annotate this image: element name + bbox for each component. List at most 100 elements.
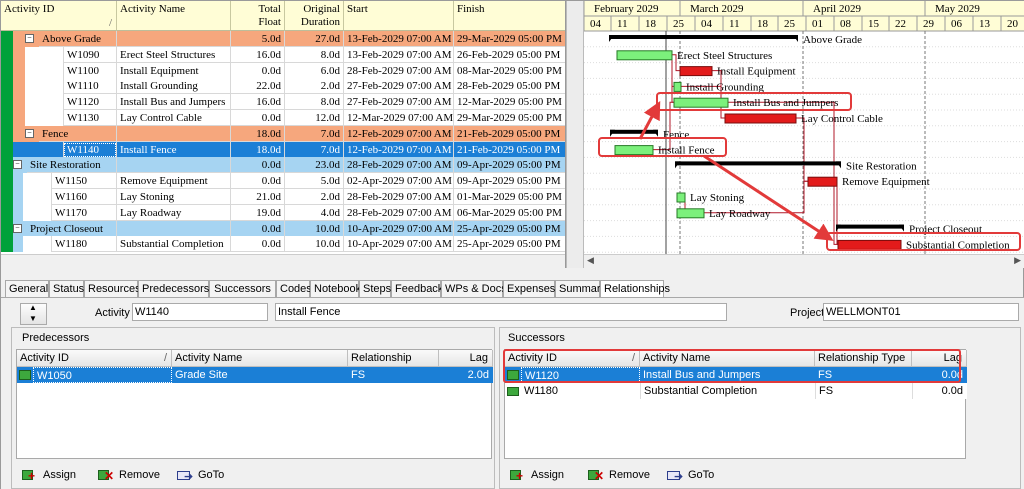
summary-bar[interactable] xyxy=(610,129,658,134)
arrow-up-icon[interactable]: ▲ xyxy=(29,303,37,312)
table-row[interactable]: W1130 Lay Control Cable 0.0d 12.0d 12-Mar-20… xyxy=(1,110,565,126)
splitter-bar[interactable] xyxy=(566,1,584,268)
col-header-activity-name[interactable]: Activity Name xyxy=(117,1,231,31)
activity-bar[interactable] xyxy=(837,239,902,250)
remove-button[interactable]: ✕ Remove xyxy=(588,465,650,485)
original-duration-cell: 6.0d xyxy=(285,62,344,79)
activity-id-cell: W1150 xyxy=(51,173,117,190)
activity-id-cell: Fence xyxy=(39,125,117,142)
activity-bar[interactable] xyxy=(676,192,686,203)
original-duration-cell: 12.0d xyxy=(285,110,344,126)
activity-bar[interactable] xyxy=(807,176,838,187)
wbs-row[interactable]: − Project Closeout 0.0d 10.0d 10-Apr-2029 07… xyxy=(1,220,565,237)
collapse-toggle-icon[interactable]: − xyxy=(25,128,34,138)
table-row[interactable]: W1120 Install Bus and Jumpers 16.0d 8.0d 27-… xyxy=(1,94,565,111)
table-row[interactable]: W1100 Install Equipment 0.0d 6.0d 28-Feb-202… xyxy=(1,62,565,79)
goto-button[interactable]: ➔ GoTo xyxy=(667,465,714,485)
bar-label: Erect Steel Structures xyxy=(677,50,772,62)
pred-col-lag-label: Lag xyxy=(469,352,488,364)
col-header-start[interactable]: Start xyxy=(344,1,454,31)
wbs-row[interactable]: − Above Grade 5.0d 27.0d 13-Feb-2029 07:00 A… xyxy=(1,31,565,47)
activity-bar[interactable] xyxy=(676,208,705,219)
remove-button-label: Remove xyxy=(609,469,650,481)
tab-successors[interactable]: Successors xyxy=(209,280,276,298)
activity-id-cell: W1180 xyxy=(51,236,117,253)
previous-next-spinner[interactable]: ▲ ▼ xyxy=(20,303,47,325)
week-label: 20 xyxy=(1007,18,1019,30)
table-row[interactable]: W1150 Remove Equipment 0.0d 5.0d 02-Apr-2029… xyxy=(1,173,565,190)
summary-bar[interactable] xyxy=(609,35,798,39)
table-row[interactable]: W1160 Lay Stoning 21.0d 2.0d 28-Feb-2029 07:… xyxy=(1,189,565,205)
activity-bar[interactable] xyxy=(679,66,713,77)
pred-col-relationship-type[interactable]: Relationship Type xyxy=(348,350,439,381)
summary-bar[interactable] xyxy=(836,224,904,229)
week-label: 25 xyxy=(784,18,796,30)
succ-lag-cell: 0.0d xyxy=(912,383,967,399)
tab-feedback[interactable]: Feedback xyxy=(391,280,443,298)
tab-resources[interactable]: Resources xyxy=(84,280,141,298)
level-bar-outer xyxy=(1,110,13,126)
tab-general[interactable]: General xyxy=(5,280,49,298)
col-header-finish[interactable]: Finish xyxy=(454,1,565,31)
scroll-right-icon[interactable]: ▶ xyxy=(1014,255,1021,266)
tab-summary[interactable]: Summary xyxy=(555,280,606,298)
goto-button[interactable]: ➔ GoTo xyxy=(177,465,224,485)
summary-bar[interactable] xyxy=(675,161,841,166)
activity-name-cell: Erect Steel Structures xyxy=(117,46,231,63)
table-row[interactable]: W1090 Erect Steel Structures 16.0d 8.0d 13-F… xyxy=(1,46,565,63)
succ-id-cell[interactable]: W1180 xyxy=(521,383,640,399)
tab-codes[interactable]: Codes xyxy=(276,280,312,298)
tab-predecessors[interactable]: Predecessors xyxy=(138,280,209,298)
activity-bar[interactable] xyxy=(673,97,729,108)
col-header-total-float[interactable]: Total Float xyxy=(231,1,285,31)
activity-name-field[interactable] xyxy=(275,303,727,321)
week-label: 06 xyxy=(951,18,963,30)
week-label: 08 xyxy=(840,18,852,30)
tab-status[interactable]: Status xyxy=(49,280,84,298)
pred-col-activity-name[interactable]: Activity Name xyxy=(172,350,348,367)
table-row[interactable]: W1110 Install Grounding 22.0d 2.0d 27-Feb-20… xyxy=(1,78,565,95)
finish-cell: 12-Mar-2029 05:00 PM xyxy=(454,94,565,111)
original-duration-cell: 8.0d xyxy=(285,94,344,111)
pred-col-activity-id[interactable]: Activity ID / xyxy=(17,350,172,367)
assign-button[interactable]: + Assign xyxy=(510,465,564,485)
table-row[interactable]: W1180 Substantial Completion FS 0.0d xyxy=(505,383,967,399)
collapse-toggle-icon[interactable]: − xyxy=(13,160,22,170)
level-bar-outer xyxy=(1,78,13,95)
activity-bar[interactable] xyxy=(614,145,654,156)
pred-col-activity-name-label: Activity Name xyxy=(175,352,243,364)
tab-expenses[interactable]: Expenses xyxy=(503,280,555,298)
col-header-activity-id[interactable]: Activity ID / xyxy=(1,1,117,31)
arrow-down-icon[interactable]: ▼ xyxy=(29,314,37,323)
table-hscrollbar[interactable] xyxy=(1,254,565,268)
activity-bar[interactable] xyxy=(673,81,682,92)
gantt-hscrollbar[interactable]: ◀ ▶ xyxy=(584,254,1024,268)
col-header-original-duration[interactable]: Original Duration xyxy=(285,1,344,31)
col-header-finish-label: Finish xyxy=(457,3,485,15)
table-row[interactable]: W1140 Install Fence 18.0d 7.0d 12-Feb-2029 0… xyxy=(1,141,565,158)
tab-steps[interactable]: Steps xyxy=(359,280,391,298)
original-duration-cell: 4.0d xyxy=(285,204,344,221)
assign-button[interactable]: + Assign xyxy=(22,465,76,485)
tab-notebook[interactable]: Notebook xyxy=(310,280,361,298)
activity-bar[interactable] xyxy=(724,113,797,124)
activity-id-field[interactable] xyxy=(132,303,268,321)
tab-wps-docs[interactable]: WPs & Docs xyxy=(441,280,507,298)
table-row[interactable]: W1180 Substantial Completion 0.0d 10.0d 10-A… xyxy=(1,236,565,253)
collapse-toggle-icon[interactable]: − xyxy=(25,34,34,43)
scroll-left-icon[interactable]: ◀ xyxy=(587,255,594,266)
col-header-original-duration-line2: Duration xyxy=(300,16,340,28)
table-row[interactable]: W1170 Lay Roadway 19.0d 4.0d 28-Feb-2029 07:… xyxy=(1,204,565,221)
project-label: Project xyxy=(790,307,825,319)
pred-col-lag[interactable]: Lag xyxy=(439,350,493,367)
pred-id-cell[interactable]: W1050 xyxy=(33,367,172,383)
collapse-toggle-icon[interactable]: − xyxy=(13,223,22,233)
table-row[interactable]: W1050 Grade Site FS 2.0d xyxy=(17,367,493,383)
remove-button[interactable]: ✕ Remove xyxy=(98,465,160,485)
project-id-field[interactable] xyxy=(823,303,1019,321)
bar-label: Remove Equipment xyxy=(842,176,930,188)
wbs-row[interactable]: − Fence 18.0d 7.0d 12-Feb-2029 07:00 AM 21-Fe… xyxy=(1,125,565,142)
wbs-row[interactable]: − Site Restoration 0.0d 23.0d 28-Feb-2029 07… xyxy=(1,157,565,174)
activity-bar[interactable] xyxy=(616,50,673,61)
total-float-cell: 0.0d xyxy=(231,220,285,237)
